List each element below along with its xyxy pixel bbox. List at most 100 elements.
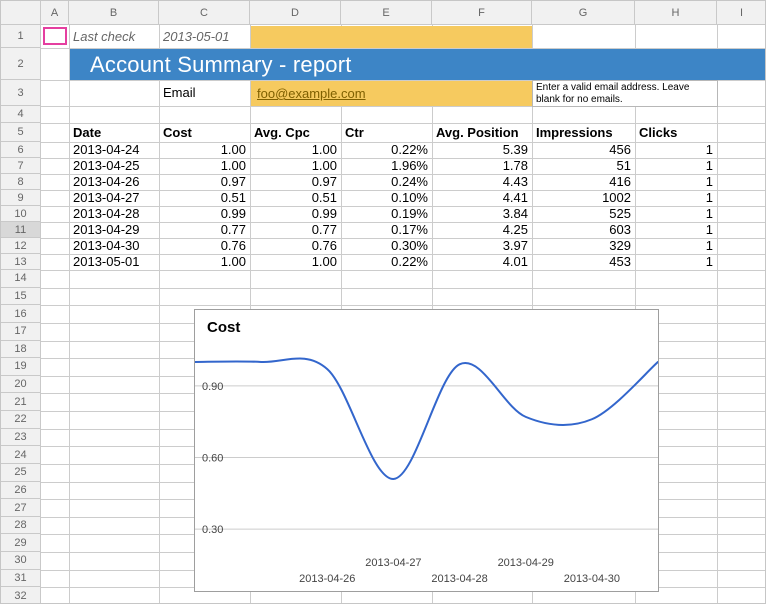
highlighted-range-d1-f1[interactable] — [251, 26, 532, 48]
column-header-d[interactable]: D — [250, 1, 341, 25]
table-cell[interactable]: 3.97 — [432, 238, 532, 254]
table-cell[interactable]: 0.51 — [250, 190, 341, 206]
table-cell[interactable]: 2013-04-24 — [69, 142, 159, 158]
row-header-25[interactable]: 25 — [1, 464, 41, 482]
table-cell[interactable]: 4.43 — [432, 174, 532, 190]
table-cell[interactable]: 1 — [635, 206, 717, 222]
column-header-i[interactable]: I — [717, 1, 766, 25]
table-cell[interactable]: 0.76 — [159, 238, 250, 254]
table-cell[interactable]: 0.22% — [341, 254, 432, 270]
row-header-13[interactable]: 13 — [1, 254, 41, 270]
table-header-cell[interactable]: Avg. Cpc — [250, 123, 341, 142]
table-cell[interactable]: 3.84 — [432, 206, 532, 222]
table-cell[interactable]: 4.01 — [432, 254, 532, 270]
table-header-cell[interactable]: Cost — [159, 123, 250, 142]
table-cell[interactable]: 525 — [532, 206, 635, 222]
table-cell[interactable]: 1 — [635, 222, 717, 238]
row-header-26[interactable]: 26 — [1, 482, 41, 500]
column-header-g[interactable]: G — [532, 1, 635, 25]
row-header-30[interactable]: 30 — [1, 552, 41, 570]
table-cell[interactable]: 1.00 — [250, 254, 341, 270]
cost-chart[interactable]: Cost 0.900.600.302013-04-262013-04-27201… — [194, 309, 659, 592]
table-cell[interactable]: 51 — [532, 158, 635, 174]
row-header-31[interactable]: 31 — [1, 570, 41, 588]
row-header-32[interactable]: 32 — [1, 587, 41, 604]
table-cell[interactable]: 1.00 — [250, 142, 341, 158]
table-cell[interactable]: 0.77 — [159, 222, 250, 238]
table-header-cell[interactable]: Avg. Position — [432, 123, 532, 142]
table-cell[interactable]: 0.77 — [250, 222, 341, 238]
cell-email-label[interactable]: Email — [163, 80, 196, 106]
table-cell[interactable]: 329 — [532, 238, 635, 254]
row-header-15[interactable]: 15 — [1, 288, 41, 306]
row-header-28[interactable]: 28 — [1, 517, 41, 535]
row-header-2[interactable]: 2 — [1, 48, 41, 80]
table-cell[interactable]: 1.78 — [432, 158, 532, 174]
table-cell[interactable]: 0.97 — [159, 174, 250, 190]
table-cell[interactable]: 416 — [532, 174, 635, 190]
row-header-24[interactable]: 24 — [1, 446, 41, 464]
table-header-cell[interactable]: Date — [69, 123, 159, 142]
row-header-29[interactable]: 29 — [1, 534, 41, 552]
table-cell[interactable]: 1 — [635, 174, 717, 190]
row-header-20[interactable]: 20 — [1, 376, 41, 394]
table-cell[interactable]: 1 — [635, 142, 717, 158]
table-cell[interactable]: 603 — [532, 222, 635, 238]
table-cell[interactable]: 0.22% — [341, 142, 432, 158]
table-cell[interactable]: 0.76 — [250, 238, 341, 254]
row-header-4[interactable]: 4 — [1, 106, 41, 123]
table-cell[interactable]: 1.00 — [159, 142, 250, 158]
table-cell[interactable]: 4.41 — [432, 190, 532, 206]
row-header-18[interactable]: 18 — [1, 341, 41, 359]
column-header-e[interactable]: E — [341, 1, 432, 25]
table-cell[interactable]: 2013-04-27 — [69, 190, 159, 206]
row-header-12[interactable]: 12 — [1, 238, 41, 254]
table-cell[interactable]: 1.00 — [159, 254, 250, 270]
table-cell[interactable]: 0.51 — [159, 190, 250, 206]
table-cell[interactable]: 1.00 — [250, 158, 341, 174]
row-header-27[interactable]: 27 — [1, 499, 41, 517]
cell-last-check-value[interactable]: 2013-05-01 — [163, 25, 230, 48]
column-header-c[interactable]: C — [159, 1, 250, 25]
table-cell[interactable]: 2013-05-01 — [69, 254, 159, 270]
row-header-11[interactable]: 11 — [1, 222, 41, 238]
table-cell[interactable]: 0.30% — [341, 238, 432, 254]
table-header-cell[interactable]: Ctr — [341, 123, 432, 142]
table-cell[interactable]: 0.19% — [341, 206, 432, 222]
row-header-22[interactable]: 22 — [1, 411, 41, 429]
row-header-23[interactable]: 23 — [1, 429, 41, 447]
table-cell[interactable]: 1 — [635, 238, 717, 254]
table-header-cell[interactable]: Impressions — [532, 123, 635, 142]
table-cell[interactable]: 0.24% — [341, 174, 432, 190]
table-cell[interactable]: 2013-04-25 — [69, 158, 159, 174]
cell-email-input[interactable]: foo@example.com — [251, 81, 532, 106]
table-cell[interactable]: 456 — [532, 142, 635, 158]
row-header-16[interactable]: 16 — [1, 305, 41, 323]
table-cell[interactable]: 1.00 — [159, 158, 250, 174]
table-cell[interactable]: 1002 — [532, 190, 635, 206]
row-header-10[interactable]: 10 — [1, 206, 41, 222]
row-header-8[interactable]: 8 — [1, 174, 41, 190]
row-header-19[interactable]: 19 — [1, 358, 41, 376]
row-header-9[interactable]: 9 — [1, 190, 41, 206]
row-header-6[interactable]: 6 — [1, 142, 41, 158]
table-cell[interactable]: 2013-04-29 — [69, 222, 159, 238]
table-cell[interactable]: 2013-04-26 — [69, 174, 159, 190]
column-header-a[interactable]: A — [41, 1, 69, 25]
table-cell[interactable]: 0.99 — [250, 206, 341, 222]
column-header-h[interactable]: H — [635, 1, 717, 25]
table-cell[interactable]: 1 — [635, 190, 717, 206]
table-cell[interactable]: 0.99 — [159, 206, 250, 222]
table-cell[interactable]: 1 — [635, 254, 717, 270]
table-cell[interactable]: 2013-04-30 — [69, 238, 159, 254]
table-cell[interactable]: 5.39 — [432, 142, 532, 158]
table-cell[interactable]: 2013-04-28 — [69, 206, 159, 222]
column-header-b[interactable]: B — [69, 1, 159, 25]
row-header-1[interactable]: 1 — [1, 25, 41, 48]
row-header-14[interactable]: 14 — [1, 270, 41, 288]
row-header-7[interactable]: 7 — [1, 158, 41, 174]
column-header-f[interactable]: F — [432, 1, 532, 25]
table-cell[interactable]: 0.97 — [250, 174, 341, 190]
select-all-corner[interactable] — [1, 1, 41, 25]
table-cell[interactable]: 1 — [635, 158, 717, 174]
